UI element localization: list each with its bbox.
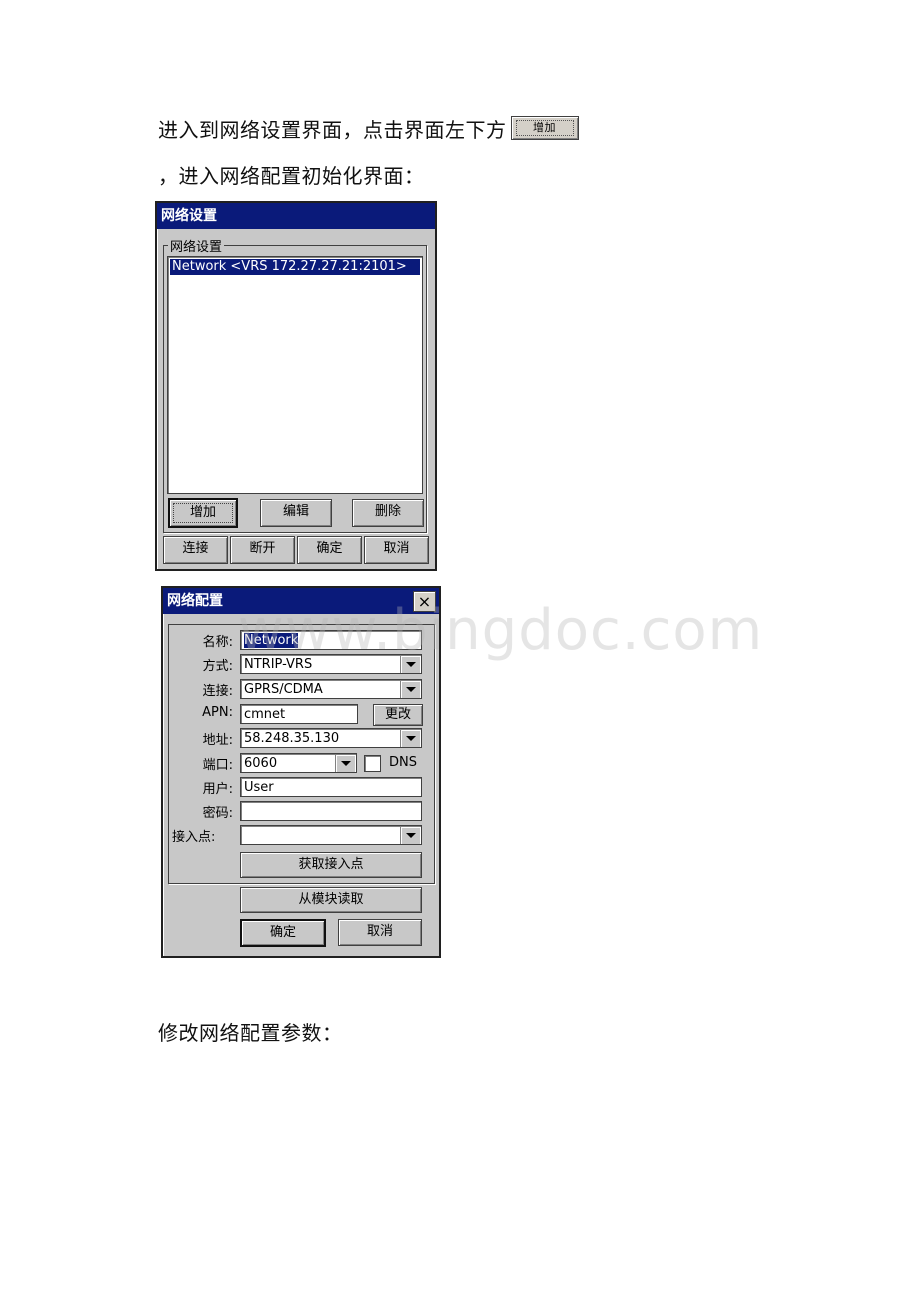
mountpoint-select[interactable]	[240, 825, 422, 845]
mountpoint-label: 接入点:	[172, 830, 216, 845]
apn-input[interactable]: cmnet	[240, 704, 358, 724]
connect-button[interactable]: 连接	[163, 536, 228, 564]
inline-add-button-image: 增加	[510, 115, 579, 140]
dns-checkbox[interactable]	[364, 755, 381, 772]
connection-label: 连接:	[202, 684, 233, 699]
paragraph-continue: ，进入网络配置初始化界面：	[158, 164, 425, 188]
read-from-module-button[interactable]: 从模块读取	[240, 887, 422, 913]
apn-label: APN:	[202, 705, 233, 720]
network-settings-groupbox: 网络设置 Network <VRS 172.27.27.21:2101> 增加 …	[163, 236, 427, 533]
groupbox-label: 网络设置	[168, 236, 225, 255]
user-label: 用户:	[202, 782, 233, 797]
network-settings-titlebar: 网络设置	[157, 203, 435, 229]
apn-change-button[interactable]: 更改	[373, 704, 423, 726]
password-input[interactable]	[240, 801, 422, 821]
address-label: 地址:	[202, 733, 233, 748]
add-button[interactable]: 增加	[168, 498, 238, 528]
network-config-title: 网络配置	[167, 593, 223, 609]
password-label: 密码:	[202, 806, 233, 821]
disconnect-button[interactable]: 断开	[230, 536, 295, 564]
network-list-item[interactable]: Network <VRS 172.27.27.21:2101>	[170, 259, 420, 275]
mode-label: 方式:	[202, 659, 233, 674]
config-ok-button[interactable]: 确定	[240, 919, 326, 947]
address-value: 58.248.35.130	[244, 731, 340, 746]
watermark: www.bingdoc.com	[238, 598, 764, 663]
add-button-label: 增加	[173, 503, 233, 523]
paragraph-intro-text: 进入到网络设置界面，点击界面左下方	[158, 118, 507, 142]
dns-label: DNS	[389, 755, 417, 770]
ok-button[interactable]: 确定	[297, 536, 362, 564]
get-mountpoint-button[interactable]: 获取接入点	[240, 852, 422, 878]
inline-add-button-label: 增加	[515, 119, 574, 136]
chevron-down-icon[interactable]	[400, 827, 420, 844]
network-settings-dialog: 网络设置 网络设置 Network <VRS 172.27.27.21:2101…	[155, 201, 437, 571]
chevron-down-icon[interactable]	[400, 681, 420, 698]
port-label: 端口:	[202, 758, 233, 773]
address-select[interactable]: 58.248.35.130	[240, 728, 422, 748]
port-select[interactable]: 6060	[240, 753, 357, 773]
port-value: 6060	[244, 756, 278, 771]
cancel-button[interactable]: 取消	[364, 536, 429, 564]
chevron-down-icon[interactable]	[335, 755, 355, 772]
paragraph-modify: 修改网络配置参数：	[158, 1021, 343, 1045]
connection-value: GPRS/CDMA	[244, 682, 323, 697]
config-cancel-button[interactable]: 取消	[338, 919, 422, 946]
network-list[interactable]: Network <VRS 172.27.27.21:2101>	[167, 256, 423, 494]
chevron-down-icon[interactable]	[400, 730, 420, 747]
name-label: 名称:	[202, 635, 233, 650]
delete-button[interactable]: 删除	[352, 499, 424, 527]
user-input[interactable]: User	[240, 777, 422, 797]
paragraph-intro: 进入到网络设置界面，点击界面左下方 增加	[158, 114, 579, 144]
edit-button[interactable]: 编辑	[260, 499, 332, 527]
connection-select[interactable]: GPRS/CDMA	[240, 679, 422, 699]
